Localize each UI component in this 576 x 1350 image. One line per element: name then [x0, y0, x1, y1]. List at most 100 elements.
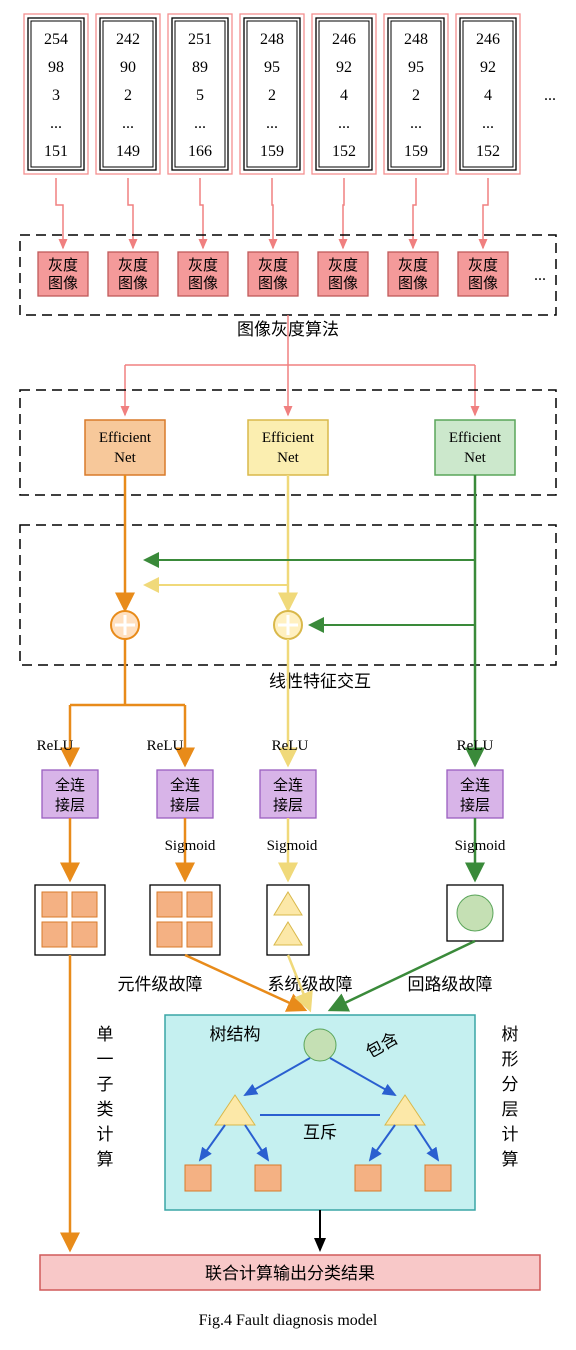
ellipsis-top: ... — [544, 87, 556, 104]
svg-text:灰度: 灰度 — [188, 257, 218, 274]
fault-circuit-label: 回路级故障 — [408, 975, 493, 994]
linear-interact-label: 线性特征交互 — [269, 672, 371, 691]
circuit-output — [447, 885, 503, 941]
tree-struct-label: 树结构 — [210, 1025, 261, 1044]
col-val: 95 — [264, 59, 280, 76]
col-val: 254 — [44, 31, 68, 48]
col-val: 98 — [48, 59, 64, 76]
col-val: 2 — [412, 87, 420, 104]
col-val: 92 — [336, 59, 352, 76]
svg-text:接层: 接层 — [460, 797, 490, 814]
svg-text:接层: 接层 — [170, 797, 200, 814]
col-val: 152 — [332, 143, 356, 160]
svg-text:子: 子 — [97, 1075, 114, 1094]
svg-text:计: 计 — [97, 1125, 114, 1144]
svg-text:全连: 全连 — [460, 776, 490, 794]
col-val: 242 — [116, 31, 140, 48]
relu-1: ReLU — [37, 738, 74, 754]
tree-root — [304, 1029, 336, 1061]
col-val: 248 — [260, 31, 284, 48]
joint-output-label: 联合计算输出分类结果 — [205, 1264, 375, 1283]
ellipsis-gray: ... — [534, 267, 546, 284]
col-val: 246 — [332, 31, 356, 48]
svg-text:全连: 全连 — [55, 776, 85, 794]
svg-text:分: 分 — [502, 1075, 519, 1094]
col-val: ... — [194, 115, 206, 132]
col-val: ... — [122, 115, 134, 132]
figure-caption: Fig.4 Fault diagnosis model — [199, 1312, 378, 1329]
svg-text:图像: 图像 — [48, 275, 78, 292]
single-calc-vertical: 单 一 子 类 计 算 — [97, 1025, 114, 1169]
svg-text:灰度: 灰度 — [468, 257, 498, 274]
col-val: 95 — [408, 59, 424, 76]
plus-node-1 — [111, 611, 139, 639]
relu-2: ReLU — [147, 738, 184, 754]
sigmoid-1: Sigmoid — [165, 838, 216, 854]
col-val: ... — [338, 115, 350, 132]
svg-text:Net: Net — [277, 450, 299, 466]
svg-text:图像: 图像 — [468, 275, 498, 292]
col-val: 149 — [116, 143, 140, 160]
svg-text:算: 算 — [502, 1150, 519, 1169]
col-val: ... — [266, 115, 278, 132]
col-val: 5 — [196, 87, 204, 104]
svg-text:类: 类 — [97, 1100, 114, 1119]
svg-text:Efficient: Efficient — [262, 430, 315, 446]
svg-text:全连: 全连 — [273, 776, 303, 794]
relu-4: ReLU — [457, 738, 494, 754]
gray-image-boxes: 灰度图像灰度图像灰度图像灰度图像灰度图像灰度图像灰度图像 — [38, 252, 508, 296]
svg-text:树: 树 — [502, 1025, 519, 1044]
column-arrows — [56, 178, 488, 248]
svg-text:计: 计 — [502, 1125, 519, 1144]
col-val: 4 — [484, 87, 492, 104]
col-val: 248 — [404, 31, 428, 48]
svg-text:Net: Net — [114, 450, 136, 466]
system-output — [267, 885, 309, 955]
col-val: ... — [410, 115, 422, 132]
sigmoid-2: Sigmoid — [267, 838, 318, 854]
svg-text:算: 算 — [97, 1150, 114, 1169]
plus-node-2 — [274, 611, 302, 639]
svg-text:全连: 全连 — [170, 776, 200, 794]
col-val: 166 — [188, 143, 212, 160]
sigmoid-3: Sigmoid — [455, 838, 506, 854]
col-val: 2 — [268, 87, 276, 104]
fc-layers: 全连接层 全连接层 全连接层 全连接层 — [42, 770, 503, 818]
svg-text:一: 一 — [97, 1050, 114, 1069]
fault-system-label: 系统级故障 — [268, 975, 353, 994]
svg-text:Efficient: Efficient — [449, 430, 502, 446]
col-val: 159 — [404, 143, 428, 160]
col-val: 159 — [260, 143, 284, 160]
svg-text:Net: Net — [464, 450, 486, 466]
efficientnet-1: Efficient Net — [85, 420, 165, 475]
svg-text:接层: 接层 — [273, 797, 303, 814]
col-val: 3 — [52, 87, 60, 104]
svg-text:Efficient: Efficient — [99, 430, 152, 446]
col-val: 90 — [120, 59, 136, 76]
efficientnet-2: Efficient Net — [248, 420, 328, 475]
col-val: ... — [50, 115, 62, 132]
svg-text:图像: 图像 — [118, 275, 148, 292]
col-val: 4 — [340, 87, 348, 104]
svg-text:图像: 图像 — [398, 275, 428, 292]
svg-text:灰度: 灰度 — [118, 257, 148, 274]
col-val: ... — [482, 115, 494, 132]
exclusive-label: 互斥 — [303, 1123, 337, 1142]
svg-text:单: 单 — [97, 1025, 114, 1044]
svg-text:接层: 接层 — [55, 797, 85, 814]
tree-calc-vertical: 树 形 分 层 计 算 — [502, 1025, 519, 1169]
svg-text:灰度: 灰度 — [258, 257, 288, 274]
svg-text:图像: 图像 — [258, 275, 288, 292]
col-val: 151 — [44, 143, 68, 160]
component-output-1 — [35, 885, 105, 955]
col-val: 246 — [476, 31, 500, 48]
col-val: 89 — [192, 59, 208, 76]
efficientnet-3: Efficient Net — [435, 420, 515, 475]
svg-text:灰度: 灰度 — [398, 257, 428, 274]
col-val: 2 — [124, 87, 132, 104]
relu-3: ReLU — [272, 738, 309, 754]
col-val: 251 — [188, 31, 212, 48]
col-val: 92 — [480, 59, 496, 76]
fault-component-label: 元件级故障 — [118, 975, 203, 994]
svg-text:图像: 图像 — [188, 275, 218, 292]
